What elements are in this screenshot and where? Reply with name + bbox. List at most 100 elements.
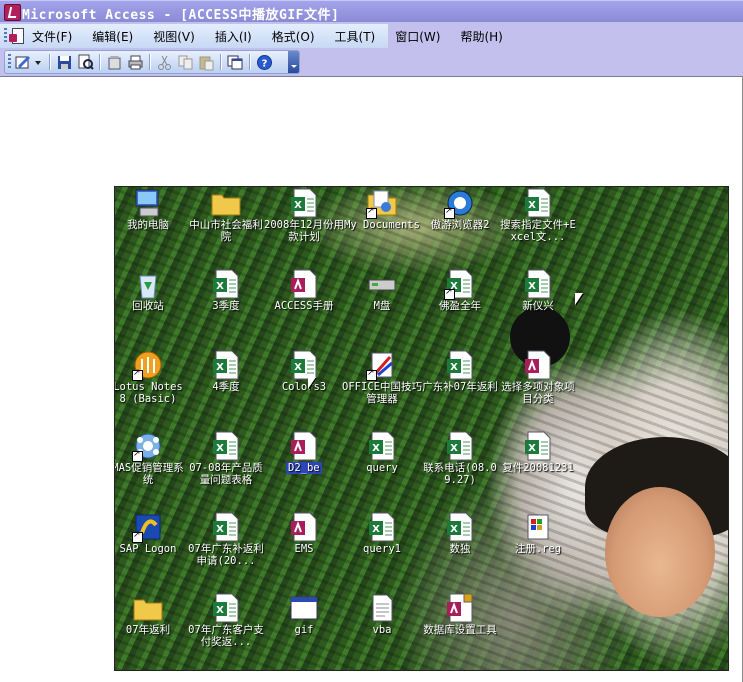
desktop-icon[interactable]: X 搜索指定文件+Excel文... <box>498 187 578 265</box>
desktop-icon-label: 07年广东客户支付奖返... <box>188 624 264 648</box>
desktop-icon[interactable]: X 07年广东补返利申请(20... <box>186 511 266 589</box>
desktop-icon[interactable]: 回收站 <box>115 268 188 346</box>
desktop-icon[interactable]: X 2008年12月份用款计划 <box>264 187 344 265</box>
svg-text:X: X <box>216 362 224 373</box>
svg-text:?: ? <box>262 58 268 69</box>
desktop-icon[interactable]: 注册.reg <box>498 511 578 589</box>
desktop-icon[interactable]: 傲游浏览器2 <box>420 187 500 265</box>
desktop-icon[interactable]: Xquery1 <box>342 511 422 589</box>
desktop-icon-label: vba <box>372 624 392 636</box>
print-preview-icon[interactable] <box>77 54 94 71</box>
menu-tools[interactable]: 工具(T) <box>335 28 376 45</box>
paste-icon[interactable] <box>198 54 215 71</box>
text-file-icon <box>366 592 398 624</box>
menu-help[interactable]: 帮助(H) <box>460 28 502 45</box>
access-app-icon[interactable] <box>4 4 21 21</box>
shortcut-arrow-icon <box>444 206 455 219</box>
desktop-icon[interactable]: 中山市社会福利院 <box>186 187 266 265</box>
excel-file-icon: X <box>210 349 242 381</box>
desktop-icon-label: 广东补07年返利 <box>422 381 498 393</box>
desktop-icon[interactable]: X 联系电话(08.09.27) <box>420 430 500 508</box>
menu-bottom-border <box>0 76 743 77</box>
desktop-icon[interactable]: Xquery <box>342 430 422 508</box>
svg-text:X: X <box>216 605 224 616</box>
desktop-icon-label: M盘 <box>373 300 391 312</box>
svg-text:X: X <box>372 443 380 454</box>
design-view-icon[interactable] <box>15 54 32 71</box>
menu-view[interactable]: 视图(V) <box>153 28 195 45</box>
desktop-icon[interactable]: EMS <box>264 511 344 589</box>
desktop-icon[interactable]: 数据库设置工具 <box>420 592 500 670</box>
desktop-icon-label: 数独 <box>449 543 471 555</box>
menu-file[interactable]: 文件(F) <box>32 28 72 45</box>
desktop-icon-label: SAP Logon <box>119 543 177 555</box>
menu-window[interactable]: 窗口(W) <box>395 28 440 45</box>
desktop-icon[interactable]: My Documents <box>342 187 422 265</box>
access-file-icon <box>288 430 320 462</box>
desktop-icon[interactable]: 我的电脑 <box>115 187 188 265</box>
desktop-icon-label: 选择多项对象项目分类 <box>501 381 575 405</box>
browser-icon <box>444 187 476 219</box>
toolbar-grip[interactable] <box>8 54 11 70</box>
my-computer-icon <box>132 187 164 219</box>
excel-file-icon: X <box>522 430 554 462</box>
desktop-icon[interactable]: vba <box>342 592 422 670</box>
toolbar-options-chevron[interactable] <box>288 51 299 73</box>
desktop-icon-label: 3季度 <box>212 300 240 312</box>
svg-text:X: X <box>450 362 458 373</box>
desktop-icon[interactable]: X 07-08年产品质量问题表格 <box>186 430 266 508</box>
desktop-icon[interactable]: X 3季度 <box>186 268 266 346</box>
new-window-icon[interactable] <box>227 54 244 71</box>
svg-text:X: X <box>450 443 458 454</box>
shortcut-arrow-icon <box>132 449 143 462</box>
desktop-icon[interactable]: X佛盈全年 <box>420 268 500 346</box>
desktop-icon[interactable]: X 07年广东客户支付奖返... <box>186 592 266 670</box>
desktop-icon-label: query <box>366 462 398 474</box>
excel-file-icon: X <box>366 511 398 543</box>
desktop-icon[interactable]: D2_be <box>264 430 344 508</box>
design-view-dropdown[interactable] <box>34 54 42 71</box>
desktop-icon[interactable]: 07年返利 <box>115 592 188 670</box>
excel-file-icon: X <box>210 268 242 300</box>
desktop-icon[interactable]: M盘 <box>342 268 422 346</box>
desktop-icon[interactable]: X Colors3 <box>264 349 344 427</box>
desktop-icon[interactable]: 选择多项对象项目分类 <box>498 349 578 427</box>
desktop-icon-label: ACCESS手册 <box>274 300 334 312</box>
copy-icon[interactable] <box>177 54 194 71</box>
gif-image-control[interactable]: 我的电脑 中山市社会福利院 X 2008年12月份用款计划My Documents 傲游… <box>114 186 729 671</box>
menu-edit[interactable]: 编辑(E) <box>92 28 133 45</box>
save-icon[interactable] <box>56 54 73 71</box>
desktop-icon[interactable]: OFFICE中国技巧管理器 <box>342 349 422 427</box>
desktop-icon-label: 我的电脑 <box>127 219 169 231</box>
svg-text:X: X <box>216 524 224 535</box>
menubar-grip[interactable] <box>4 28 7 44</box>
print-icon[interactable] <box>127 54 144 71</box>
cut-icon[interactable] <box>156 54 173 71</box>
svg-text:X: X <box>294 200 302 211</box>
svg-text:X: X <box>372 524 380 535</box>
excel-file-icon: X <box>366 430 398 462</box>
desktop-icon[interactable]: X 4季度 <box>186 349 266 427</box>
desktop-icon[interactable]: gif <box>264 592 344 670</box>
desktop-icon[interactable]: MAS促销管理系统 <box>114 430 188 508</box>
access-file-icon <box>288 511 320 543</box>
desktop-icon-label: MAS促销管理系统 <box>114 462 184 486</box>
desktop-icon[interactable]: X 新仪兴 <box>498 268 578 346</box>
properties-icon[interactable] <box>106 54 123 71</box>
document-window-icon[interactable] <box>9 28 24 44</box>
desktop-icon[interactable]: SAP Logon <box>115 511 188 589</box>
desktop-icon-label: Colors3 <box>281 381 327 393</box>
excel-file-icon: X <box>288 187 320 219</box>
desktop-icon[interactable]: Lotus Notes 8 (Basic) <box>115 349 188 427</box>
background-child-face <box>605 487 715 617</box>
shortcut-arrow-icon <box>444 287 455 300</box>
desktop-icon[interactable]: ACCESS手册 <box>264 268 344 346</box>
menu-format[interactable]: 格式(O) <box>272 28 315 45</box>
desktop-icon-label: 中山市社会福利院 <box>189 219 263 243</box>
desktop-icon-label: 复件20081231 <box>502 462 574 474</box>
desktop-icon[interactable]: X 广东补07年返利 <box>420 349 500 427</box>
desktop-icon[interactable]: X 复件20081231 <box>498 430 578 508</box>
menu-insert[interactable]: 插入(I) <box>215 28 252 45</box>
help-icon[interactable]: ? <box>256 54 273 71</box>
desktop-icon[interactable]: X 数独 <box>420 511 500 589</box>
